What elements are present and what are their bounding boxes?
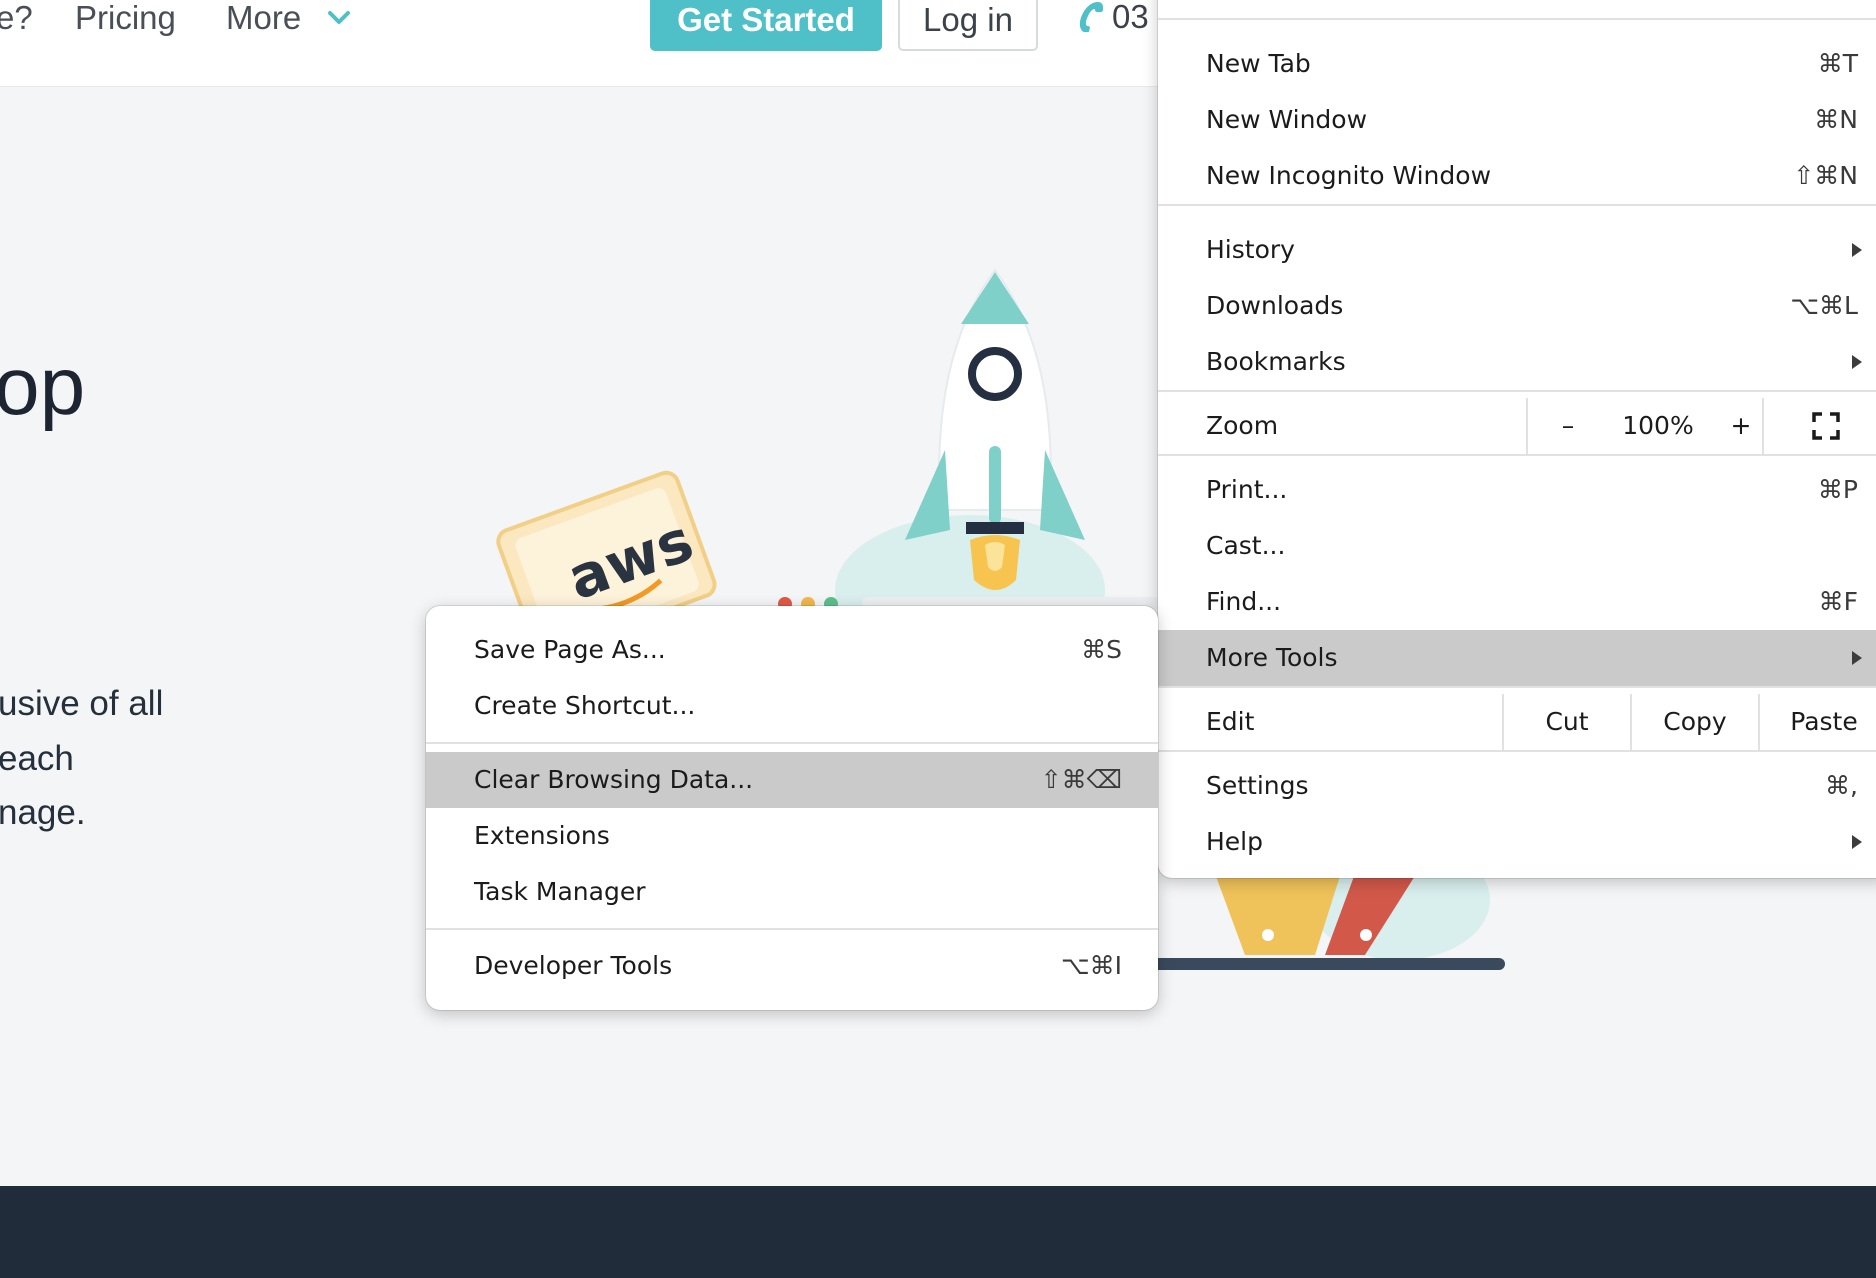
menu-item-history[interactable]: History (1158, 222, 1876, 278)
menu-item-create-shortcut[interactable]: Create Shortcut... (426, 678, 1158, 734)
more-tools-submenu: Save Page As... ⌘S Create Shortcut... Cl… (426, 606, 1158, 1010)
menu-item-help[interactable]: Help (1158, 814, 1876, 870)
browser-main-menu: New Tab ⌘T New Window ⌘N New Incognito W… (1158, 0, 1876, 878)
zoom-label: Zoom (1206, 411, 1279, 440)
menu-item-bookmarks[interactable]: Bookmarks (1158, 334, 1876, 390)
copy-button[interactable]: Copy (1632, 694, 1758, 750)
menu-item-new-incognito-window[interactable]: New Incognito Window ⇧⌘N (1158, 148, 1876, 204)
menu-row-edit: Edit Cut Copy Paste (1158, 694, 1876, 750)
cut-button[interactable]: Cut (1504, 694, 1630, 750)
menu-item-find[interactable]: Find... ⌘F (1158, 574, 1876, 630)
footer-band (0, 1186, 1876, 1278)
menu-item-developer-tools[interactable]: Developer Tools ⌥⌘I (426, 938, 1158, 994)
submenu-arrow-icon (1852, 651, 1862, 665)
menu-item-downloads[interactable]: Downloads ⌥⌘L (1158, 278, 1876, 334)
menu-item-extensions[interactable]: Extensions (426, 808, 1158, 864)
submenu-arrow-icon (1852, 835, 1862, 849)
fullscreen-button[interactable] (1764, 398, 1876, 454)
fullscreen-icon (1812, 412, 1840, 440)
menu-item-clear-browsing-data[interactable]: Clear Browsing Data... ⇧⌘⌫ (426, 752, 1158, 808)
menu-item-new-window[interactable]: New Window ⌘N (1158, 92, 1876, 148)
menu-item-task-manager[interactable]: Task Manager (426, 864, 1158, 920)
menu-item-cast[interactable]: Cast... (1158, 518, 1876, 574)
submenu-arrow-icon (1852, 243, 1862, 257)
menu-row-zoom: Zoom – 100% + (1158, 398, 1876, 454)
menu-item-save-page-as[interactable]: Save Page As... ⌘S (426, 622, 1158, 678)
edit-label: Edit (1206, 707, 1255, 736)
menu-item-new-tab[interactable]: New Tab ⌘T (1158, 36, 1876, 92)
submenu-arrow-icon (1852, 355, 1862, 369)
paste-button[interactable]: Paste (1760, 694, 1876, 750)
menu-item-print[interactable]: Print... ⌘P (1158, 462, 1876, 518)
menu-item-more-tools[interactable]: More Tools (1158, 630, 1876, 686)
zoom-out-button[interactable]: – (1528, 398, 1608, 454)
zoom-level: 100% (1622, 411, 1694, 440)
menu-item-settings[interactable]: Settings ⌘, (1158, 758, 1876, 814)
